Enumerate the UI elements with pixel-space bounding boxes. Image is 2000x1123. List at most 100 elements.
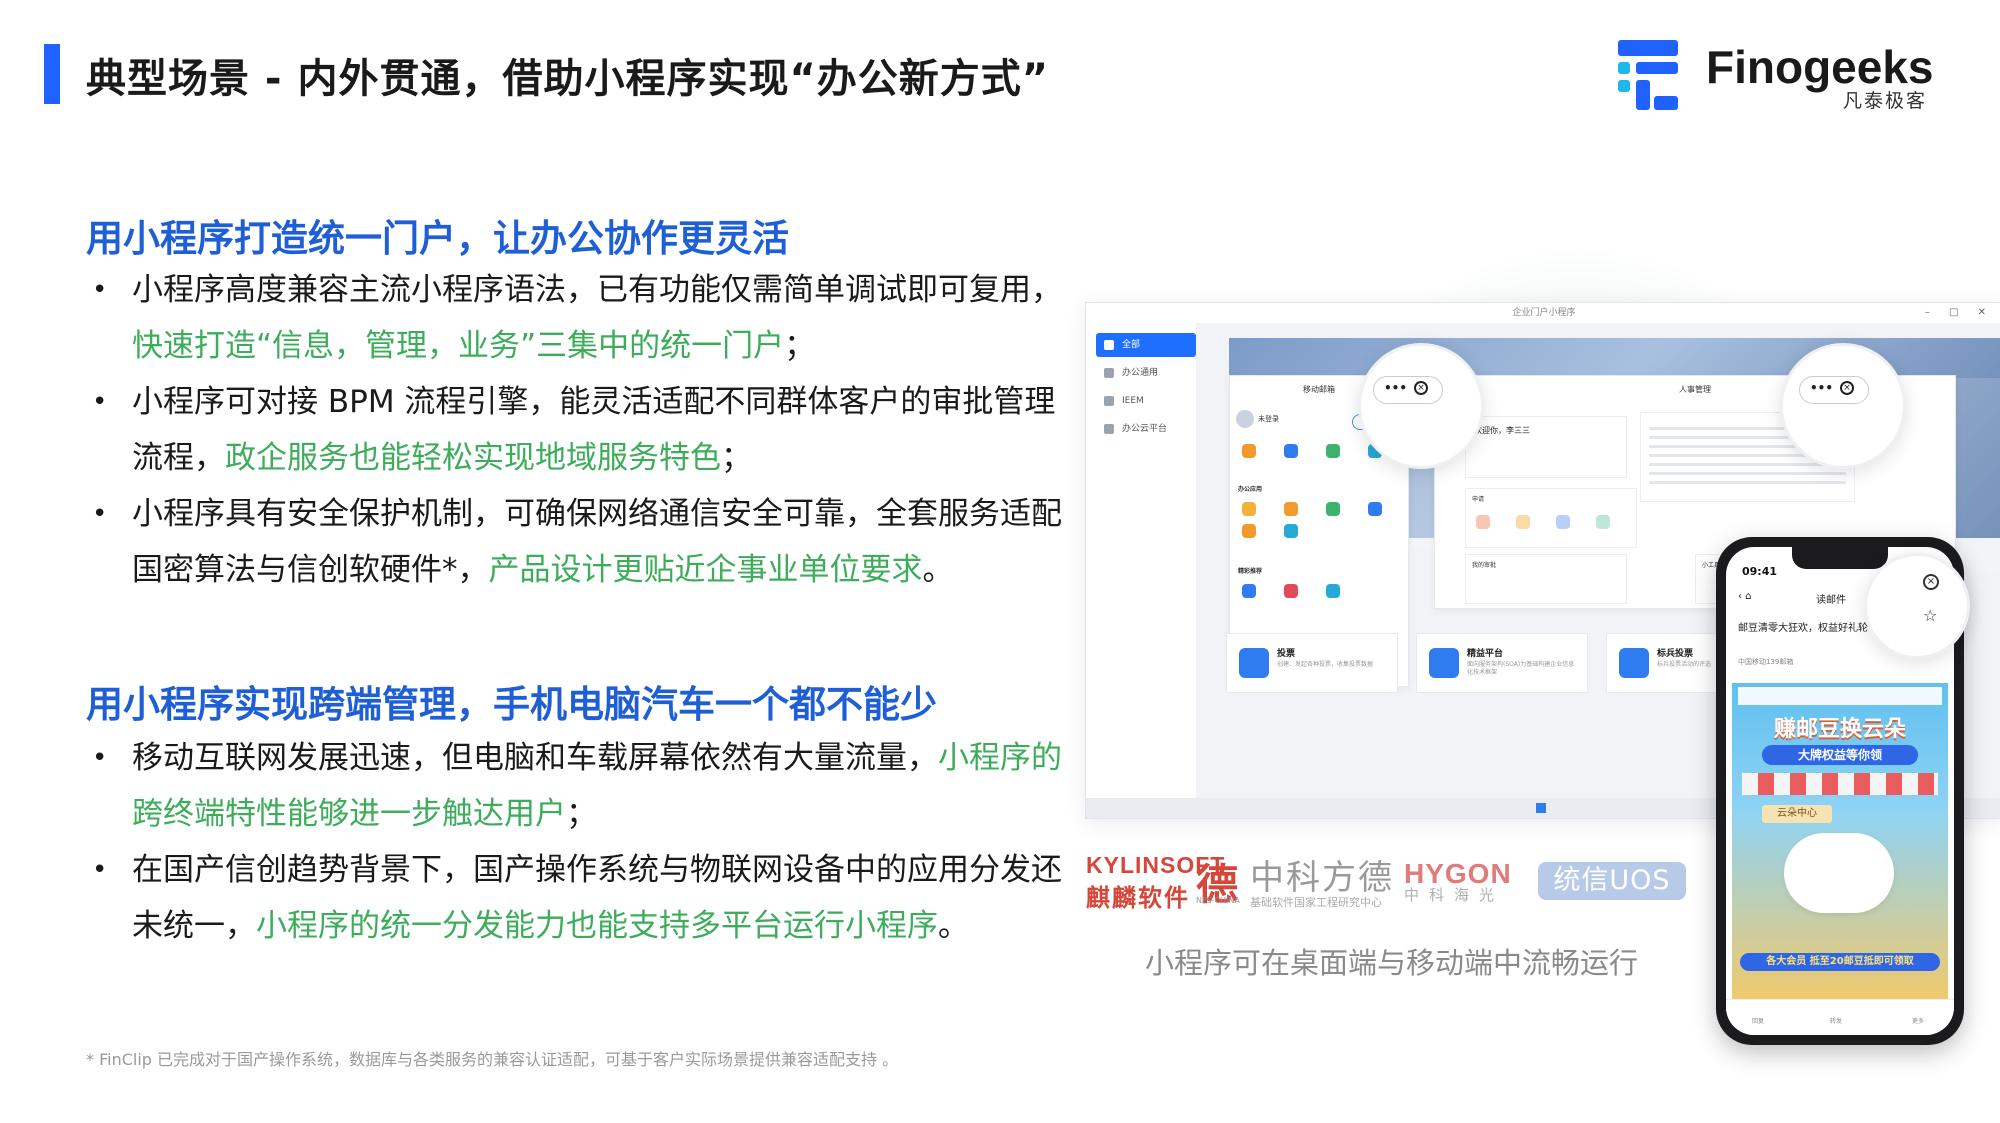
overtime-icon[interactable] [1516, 515, 1530, 529]
welcome-text: 欢迎你，李三三 [1474, 426, 1530, 435]
section-heading-crossplatform: 用小程序实现跨端管理，手机电脑汽车一个都不能少 [86, 683, 937, 726]
sidebar-item-office[interactable]: 办公通用 [1096, 361, 1196, 385]
travel-icon[interactable] [1556, 515, 1570, 529]
card-title: 投票 [1277, 649, 1296, 659]
more-tab[interactable]: 更多 [1912, 1016, 1924, 1025]
clock-icon[interactable] [1242, 524, 1256, 538]
crossplatform-bullet-list: 移动互联网发展迅速，但电脑和车载屏幕依然有大量流量，小程序的跨终端特性能够进一步… [86, 730, 1066, 954]
finogeeks-logo-icon [1618, 40, 1678, 110]
hygon-logo-cn: 中科海光 [1404, 886, 1505, 904]
sidebar-item-ieem[interactable]: IEEM [1096, 389, 1196, 413]
file-icon[interactable] [1242, 502, 1256, 516]
wechat-icon[interactable] [1326, 502, 1340, 516]
promo-subtitle: 大牌权益等你领 [1762, 745, 1918, 765]
more-icon[interactable]: ••• [1810, 381, 1833, 395]
nfs-logo-sub: NFS-CHINA [1196, 896, 1240, 905]
person-icon [1104, 368, 1114, 378]
figure-caption: 小程序可在桌面端与移动端中流畅运行 [1145, 946, 1639, 980]
promo-title: 赚邮豆换云朵 [1773, 717, 1906, 742]
calendar-icon[interactable] [1284, 524, 1298, 538]
apply-label: 申请 [1472, 496, 1485, 503]
list-item: 移动互联网发展迅速，但电脑和车载屏幕依然有大量流量，小程序的跨终端特性能够进一步… [86, 730, 1066, 842]
app-card-lean[interactable]: 精益平台 面向服务架构(SOA)为基础构建企业信息化技术框架 [1416, 633, 1588, 693]
mail-icon[interactable] [1284, 502, 1298, 516]
close-icon[interactable]: × [1840, 381, 1854, 395]
link-icon [1239, 648, 1269, 678]
phone-notch [1792, 547, 1888, 569]
promo-header-strip [1738, 687, 1942, 705]
card-title: 精益平台 [1467, 649, 1504, 659]
capsule-button[interactable]: ••• × [1799, 376, 1869, 404]
nfs-logo-desc: 基础软件国家工程研究中心 [1250, 896, 1382, 909]
approve-label: 我的审批 [1472, 562, 1497, 569]
close-icon[interactable]: × [1923, 574, 1939, 590]
promo-banner[interactable]: 赚邮豆换云朵 大牌权益等你领 云朵中心 各大会员 抵至20邮豆抵即可领取 [1732, 683, 1948, 1003]
status-time: 09:41 [1742, 565, 1778, 578]
mail-app-icon[interactable] [1242, 584, 1256, 598]
sidebar-item-cloud[interactable]: 办公云平台 [1096, 417, 1196, 441]
card-title: 标兵投票 [1657, 649, 1694, 659]
phone-mockup: 09:41 ‹ ⌂ 读邮件 邮豆清零大狂欢，权益好礼轮 [A D] 中国移动13… [1716, 537, 1970, 1045]
bill-icon[interactable] [1284, 444, 1298, 458]
list-item: 在国产信创趋势背景下，国产操作系统与物联网设备中的应用分发还未统一，小程序的统一… [86, 842, 1066, 954]
section-label: 精彩推荐 [1238, 568, 1263, 575]
grid-icon [1104, 340, 1114, 350]
section-heading-portal: 用小程序打造统一门户，让办公协作更灵活 [86, 217, 789, 260]
cloud-icon[interactable] [1326, 584, 1340, 598]
apply-card: 申请 [1465, 488, 1637, 548]
capsule-magnifier: ••• × [1358, 343, 1484, 469]
avatar [1236, 410, 1254, 428]
cloud-file-icon[interactable] [1368, 502, 1382, 516]
card-desc: 创建、发起各种投票，收集投票数据 [1277, 661, 1374, 668]
page-title: 典型场景 - 内外贯通，借助小程序实现“办公新方式” [86, 56, 1050, 102]
windows-start-icon[interactable] [1536, 803, 1546, 813]
promo-strip: 各大会员 抵至20邮豆抵即可领取 [1740, 953, 1940, 971]
star-icon[interactable]: ☆ [1923, 606, 1937, 625]
capsule-button[interactable]: ••• × [1373, 376, 1443, 404]
phone-capsule-magnifier: × ☆ [1864, 553, 1970, 659]
capsule-magnifier: ••• × [1780, 343, 1906, 469]
logo-subtitle: 凡泰极客 [1843, 90, 1928, 112]
card-desc: 面向服务架构(SOA)为基础构建企业信息化技术框架 [1467, 661, 1575, 676]
reply-tab[interactable]: 回复 [1752, 1016, 1764, 1025]
phone-page-title: 读邮件 [1816, 595, 1846, 606]
shop-sign: 云朵中心 [1762, 805, 1832, 823]
section-label: 办公应用 [1238, 486, 1263, 493]
shield-icon [1104, 396, 1114, 406]
back-home-icon[interactable]: ‹ ⌂ [1738, 591, 1752, 602]
cloud-mascot-icon [1784, 833, 1894, 913]
inbox-icon[interactable] [1242, 444, 1256, 458]
mail-user-status: 未登录 [1258, 415, 1279, 423]
list-item: 小程序高度兼容主流小程序语法，已有功能仅需简单调试即可复用，快速打造“信息，管理… [86, 262, 1066, 374]
gift-icon[interactable] [1284, 584, 1298, 598]
kylinsoft-logo-cn: 麒麟软件 [1086, 884, 1190, 912]
sent-icon[interactable] [1326, 444, 1340, 458]
recommend-icon-row [1240, 584, 1400, 600]
app-card-vote[interactable]: 投票 创建、发起各种投票，收集投票数据 [1226, 633, 1398, 693]
footnote: * FinClip 已完成对于国产操作系统，数据库与各类服务的兼容认证适配，可基… [86, 1050, 899, 1069]
list-item: 小程序具有安全保护机制，可确保网络通信安全可靠，全套服务适配国密算法与信创软硬件… [86, 486, 1066, 598]
nfs-logo-name: 中科方德 [1250, 858, 1394, 898]
list-item: 小程序可对接 BPM 流程引擎，能灵活适配不同群体客户的审批管理流程，政企服务也… [86, 374, 1066, 486]
mail-sender: 中国移动139邮箱 [1738, 658, 1794, 666]
briefcase-icon [1104, 424, 1114, 434]
phone-bottom-bar: 回复 转发 更多 [1726, 999, 1954, 1035]
window-controls-icon[interactable]: – □ ✕ [1925, 303, 1994, 323]
awning-shape [1742, 773, 1938, 795]
leave-icon[interactable] [1476, 515, 1490, 529]
sidebar-item-all[interactable]: 全部 [1096, 333, 1196, 357]
link-icon [1619, 648, 1649, 678]
portal-bullet-list: 小程序高度兼容主流小程序语法，已有功能仅需简单调试即可复用，快速打造“信息，管理… [86, 262, 1066, 598]
window-titlebar: 企业门户小程序 [1086, 303, 2000, 323]
approve-card: 我的审批 [1465, 554, 1627, 604]
forward-tab[interactable]: 转发 [1830, 1016, 1842, 1025]
welcome-card: 欢迎你，李三三 [1465, 416, 1627, 478]
office-icon-grid [1240, 502, 1400, 542]
uos-logo: 统信UOS [1538, 862, 1686, 900]
link-icon [1429, 648, 1459, 678]
more-icon[interactable]: ••• [1384, 381, 1407, 395]
title-accent-bar [44, 44, 60, 104]
expense-icon[interactable] [1596, 515, 1610, 529]
desktop-sidebar: 全部 办公通用 IEEM 办公云平台 [1086, 323, 1196, 798]
close-icon[interactable]: × [1414, 381, 1428, 395]
